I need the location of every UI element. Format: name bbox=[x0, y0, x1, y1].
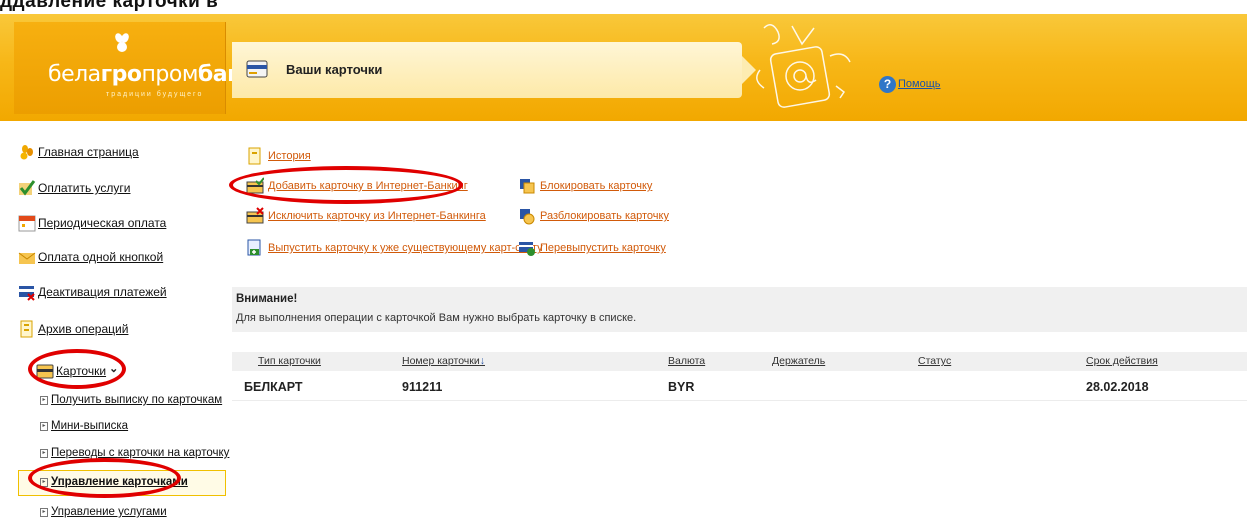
deactivate-icon bbox=[19, 286, 35, 301]
bank-logo[interactable]: белагропромбанк традиции будущего bbox=[14, 22, 257, 114]
bullet-icon: ▸ bbox=[40, 421, 48, 431]
submenu-card-management[interactable]: ▸ Управление карточками bbox=[40, 474, 188, 490]
cell-card-type: БЕЛКАРТ bbox=[244, 380, 303, 394]
wheat-icon bbox=[20, 145, 33, 160]
submenu-get-statement[interactable]: ▸ Получить выписку по карточкам bbox=[40, 392, 222, 408]
bullet-icon: ▸ bbox=[40, 448, 48, 458]
cell-currency: BYR bbox=[668, 380, 695, 394]
cell-expiry: 28.02.2018 bbox=[1086, 380, 1149, 394]
help-link[interactable]: Помощь bbox=[898, 78, 941, 90]
issue-card-icon bbox=[247, 239, 261, 256]
bullet-icon: ▸ bbox=[40, 507, 48, 517]
submenu-mini-statement[interactable]: ▸ Мини-выписка bbox=[40, 418, 128, 434]
cropped-caption-text: ддавление карточки в bbox=[0, 0, 219, 12]
column-expiry[interactable]: Срок действия bbox=[1086, 355, 1158, 367]
sidebar-item-pay-services[interactable]: Оплатить услуги bbox=[18, 177, 130, 199]
history-icon bbox=[248, 147, 261, 165]
submenu-services-management[interactable]: ▸ Управление услугами bbox=[40, 504, 167, 520]
help-icon[interactable]: ? bbox=[879, 76, 896, 93]
page-title: Ваши карточки bbox=[286, 62, 383, 77]
action-unblock-card[interactable]: Разблокировать карточку bbox=[518, 206, 669, 226]
action-reissue-card[interactable]: Перевыпустить карточку bbox=[518, 238, 666, 258]
card-icon bbox=[246, 60, 268, 78]
sidebar-item-one-click-payment[interactable]: Оплата одной кнопкой bbox=[18, 246, 163, 268]
unblock-card-icon bbox=[520, 209, 535, 225]
notice-box: Внимание! Для выполнения операции с карт… bbox=[232, 287, 1247, 332]
column-card-type[interactable]: Тип карточки bbox=[258, 355, 321, 367]
sidebar-item-cards[interactable]: Карточки ⌄ bbox=[36, 360, 118, 382]
cropped-caption: ддавление карточки в bbox=[0, 0, 1247, 14]
sidebar-item-home[interactable]: Главная страница bbox=[18, 141, 139, 163]
action-history[interactable]: История bbox=[246, 146, 311, 166]
sidebar-item-periodic-payment[interactable]: Периодическая оплата bbox=[18, 212, 166, 234]
notice-text: Для выполнения операции с карточкой Вам … bbox=[236, 312, 637, 324]
reissue-card-icon bbox=[519, 242, 535, 256]
column-currency[interactable]: Валюта bbox=[668, 355, 705, 367]
logo-name: белагропромбанк bbox=[48, 62, 257, 87]
email-at-decoration-icon bbox=[756, 24, 851, 108]
archive-icon bbox=[20, 320, 33, 338]
remove-card-icon bbox=[246, 207, 264, 224]
bullet-icon: ▸ bbox=[40, 477, 48, 487]
card-icon bbox=[36, 364, 54, 379]
bullet-icon: ▸ bbox=[40, 395, 48, 405]
column-holder[interactable]: Держатель bbox=[772, 355, 825, 367]
sidebar-item-deactivate-payments[interactable]: Деактивация платежей bbox=[18, 281, 167, 303]
column-card-number[interactable]: Номер карточки↓ bbox=[402, 355, 485, 367]
logo-tagline: традиции будущего bbox=[106, 91, 204, 98]
column-status[interactable]: Статус bbox=[918, 355, 951, 367]
action-remove-card[interactable]: Исключить карточку из Интернет-Банкинга bbox=[246, 206, 486, 226]
action-block-card[interactable]: Блокировать карточку bbox=[518, 176, 652, 196]
cell-card-number: 911211 bbox=[402, 380, 443, 394]
sort-arrow-icon: ↓ bbox=[479, 355, 485, 367]
block-card-icon bbox=[520, 179, 535, 194]
cards-table-header: Тип карточки Номер карточки↓ Валюта Держ… bbox=[232, 352, 1247, 371]
calendar-icon bbox=[18, 215, 36, 232]
chevron-down-icon: ⌄ bbox=[109, 362, 119, 375]
add-card-icon bbox=[246, 177, 264, 194]
action-add-card[interactable]: Добавить карточку в Интернет-Банкинг bbox=[246, 176, 468, 196]
action-issue-card[interactable]: Выпустить карточку к уже существующему к… bbox=[246, 238, 543, 258]
sprout-icon bbox=[115, 33, 129, 52]
page-title-panel: Ваши карточки bbox=[232, 42, 756, 98]
checkmark-icon bbox=[19, 180, 36, 196]
table-row[interactable]: БЕЛКАРТ 911211 BYR 28.02.2018 bbox=[232, 375, 1247, 401]
notice-title: Внимание! bbox=[236, 293, 298, 305]
envelope-icon bbox=[18, 252, 36, 264]
header: белагропромбанк традиции будущего Ваши к… bbox=[0, 14, 1247, 121]
submenu-card-transfers[interactable]: ▸ Переводы с карточки на карточку bbox=[40, 445, 229, 461]
sidebar-item-operations-archive[interactable]: Архив операций bbox=[18, 318, 128, 340]
